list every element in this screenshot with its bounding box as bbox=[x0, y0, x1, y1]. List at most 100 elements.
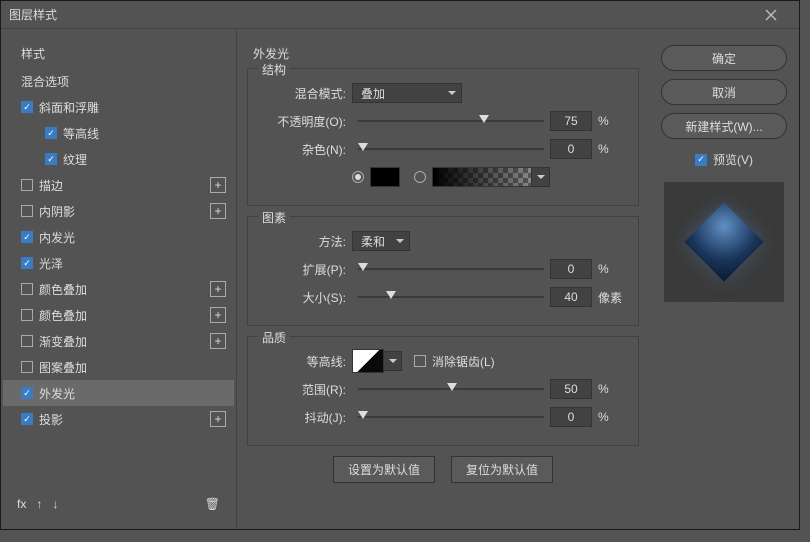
effect-checkbox[interactable] bbox=[21, 205, 33, 217]
styles-sidebar: 样式 混合选项 斜面和浮雕等高线纹理描边+内阴影+内发光光泽颜色叠加 + 颜色叠加 +… bbox=[1, 29, 237, 529]
sidebar-item-0[interactable]: 斜面和浮雕 bbox=[3, 94, 234, 120]
cancel-button[interactable]: 取消 bbox=[661, 79, 787, 105]
effect-checkbox[interactable] bbox=[21, 257, 33, 269]
sidebar-item-3[interactable]: 描边+ bbox=[3, 172, 234, 198]
glow-gradient-picker[interactable] bbox=[432, 167, 550, 187]
sidebar-item-2[interactable]: 纹理 bbox=[3, 146, 234, 172]
effect-checkbox[interactable] bbox=[21, 101, 33, 113]
size-input[interactable]: 40 bbox=[550, 287, 592, 307]
sidebar-item-label: 颜色叠加 bbox=[39, 307, 87, 324]
sidebar-item-9[interactable]: 渐变叠加+ bbox=[3, 328, 234, 354]
sidebar-item-label: 颜色叠加 bbox=[39, 281, 87, 298]
move-up-icon[interactable]: ↑ bbox=[36, 497, 42, 511]
sidebar-item-label: 光泽 bbox=[39, 255, 63, 272]
new-style-button[interactable]: 新建样式(W)... bbox=[661, 113, 787, 139]
sidebar-item-label: 外发光 bbox=[39, 385, 75, 402]
group-title: 图素 bbox=[258, 209, 290, 226]
ok-button[interactable]: 确定 bbox=[661, 45, 787, 71]
right-panel: 确定 取消 新建样式(W)... 预览(V) bbox=[649, 29, 799, 529]
sidebar-item-label: 投影 bbox=[39, 411, 63, 428]
sidebar-item-8[interactable]: 颜色叠加 + bbox=[3, 302, 234, 328]
preview-thumbnail bbox=[664, 182, 784, 302]
preview-label: 预览(V) bbox=[713, 151, 753, 168]
chevron-down-icon[interactable] bbox=[532, 167, 550, 187]
group-quality: 品质 等高线: 消除锯齿(L) 范围(R): 50 % 抖动(J): bbox=[247, 336, 639, 446]
reset-default-button[interactable]: 复位为默认值 bbox=[451, 456, 553, 483]
add-effect-icon[interactable]: + bbox=[210, 203, 226, 219]
sidebar-item-6[interactable]: 光泽 bbox=[3, 250, 234, 276]
effect-checkbox[interactable] bbox=[21, 283, 33, 295]
technique-label: 方法: bbox=[262, 233, 352, 250]
sidebar-blending-options[interactable]: 混合选项 bbox=[3, 68, 234, 94]
add-effect-icon[interactable]: + bbox=[210, 307, 226, 323]
jitter-label: 抖动(J): bbox=[262, 409, 352, 426]
glow-color-solid-radio[interactable] bbox=[352, 171, 364, 183]
jitter-slider[interactable] bbox=[358, 407, 544, 427]
opacity-label: 不透明度(O): bbox=[262, 113, 352, 130]
size-slider[interactable] bbox=[358, 287, 544, 307]
noise-slider[interactable] bbox=[358, 139, 544, 159]
sidebar-head-styles[interactable]: 样式 bbox=[3, 39, 234, 68]
move-down-icon[interactable]: ↓ bbox=[52, 497, 58, 511]
glow-color-gradient-radio[interactable] bbox=[414, 171, 426, 183]
antialias-label: 消除锯齿(L) bbox=[426, 353, 495, 370]
spread-slider[interactable] bbox=[358, 259, 544, 279]
spread-label: 扩展(P): bbox=[262, 261, 352, 278]
panel-title: 外发光 bbox=[247, 45, 639, 62]
sidebar-item-label: 斜面和浮雕 bbox=[39, 99, 99, 116]
make-default-button[interactable]: 设置为默认值 bbox=[333, 456, 435, 483]
size-label: 大小(S): bbox=[262, 289, 352, 306]
opacity-input[interactable]: 75 bbox=[550, 111, 592, 131]
titlebar[interactable]: 图层样式 bbox=[1, 1, 799, 29]
add-effect-icon[interactable]: + bbox=[210, 333, 226, 349]
opacity-slider[interactable] bbox=[358, 111, 544, 131]
group-title: 品质 bbox=[258, 329, 290, 346]
contour-label: 等高线: bbox=[262, 353, 352, 370]
antialias-checkbox[interactable] bbox=[414, 355, 426, 367]
layer-style-dialog: 图层样式 样式 混合选项 斜面和浮雕等高线纹理描边+内阴影+内发光光泽颜色叠加 +… bbox=[0, 0, 800, 530]
blend-mode-label: 混合模式: bbox=[262, 85, 352, 102]
effect-checkbox[interactable] bbox=[45, 153, 57, 165]
trash-icon[interactable]: 🗑 bbox=[205, 497, 220, 511]
sidebar-item-12[interactable]: 投影 + bbox=[3, 406, 234, 432]
sidebar-item-label: 混合选项 bbox=[21, 73, 69, 90]
group-elements: 图素 方法: 柔和 扩展(P): 0 % 大小(S): 40 像素 bbox=[247, 216, 639, 326]
add-effect-icon[interactable]: + bbox=[210, 177, 226, 193]
sidebar-item-10[interactable]: 图案叠加 bbox=[3, 354, 234, 380]
effect-checkbox[interactable] bbox=[21, 179, 33, 191]
effect-checkbox[interactable] bbox=[21, 413, 33, 425]
sidebar-footer: fx ↑ ↓ 🗑 bbox=[3, 489, 234, 519]
effect-checkbox[interactable] bbox=[45, 127, 57, 139]
range-slider[interactable] bbox=[358, 379, 544, 399]
preview-checkbox[interactable] bbox=[695, 154, 707, 166]
sidebar-item-1[interactable]: 等高线 bbox=[3, 120, 234, 146]
sidebar-item-label: 图案叠加 bbox=[39, 359, 87, 376]
sidebar-item-7[interactable]: 颜色叠加 + bbox=[3, 276, 234, 302]
close-button[interactable] bbox=[751, 1, 791, 29]
fx-menu-icon[interactable]: fx bbox=[17, 497, 26, 511]
effect-checkbox[interactable] bbox=[21, 335, 33, 347]
preview-shape-icon bbox=[684, 202, 763, 281]
effect-checkbox[interactable] bbox=[21, 361, 33, 373]
add-effect-icon[interactable]: + bbox=[210, 281, 226, 297]
spread-input[interactable]: 0 bbox=[550, 259, 592, 279]
effect-checkbox[interactable] bbox=[21, 309, 33, 321]
add-effect-icon[interactable]: + bbox=[210, 411, 226, 427]
effect-checkbox[interactable] bbox=[21, 387, 33, 399]
dialog-title: 图层样式 bbox=[9, 6, 57, 23]
range-input[interactable]: 50 bbox=[550, 379, 592, 399]
noise-input[interactable]: 0 bbox=[550, 139, 592, 159]
group-structure: 结构 混合模式: 叠加 不透明度(O): 75 % 杂色(N): 0 % bbox=[247, 68, 639, 206]
sidebar-item-5[interactable]: 内发光 bbox=[3, 224, 234, 250]
noise-label: 杂色(N): bbox=[262, 141, 352, 158]
blend-mode-select[interactable]: 叠加 bbox=[352, 83, 462, 103]
glow-color-swatch[interactable] bbox=[370, 167, 400, 187]
jitter-input[interactable]: 0 bbox=[550, 407, 592, 427]
sidebar-item-11[interactable]: 外发光 bbox=[3, 380, 234, 406]
sidebar-item-4[interactable]: 内阴影+ bbox=[3, 198, 234, 224]
contour-picker[interactable] bbox=[352, 349, 402, 373]
effect-checkbox[interactable] bbox=[21, 231, 33, 243]
sidebar-item-label: 等高线 bbox=[63, 125, 99, 142]
technique-select[interactable]: 柔和 bbox=[352, 231, 410, 251]
chevron-down-icon[interactable] bbox=[384, 351, 402, 371]
